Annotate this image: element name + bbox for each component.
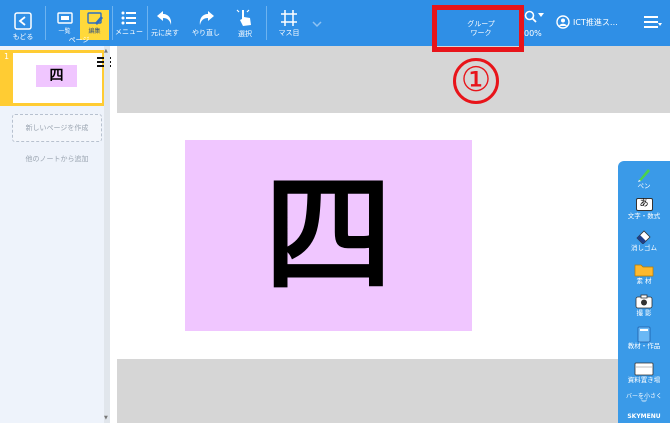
group-work-label-line2: ワーク (470, 29, 492, 37)
text-tool[interactable]: あ 文字・数式 (618, 197, 670, 220)
camera-tool[interactable]: 撮 影 (618, 294, 670, 317)
page-list-label: 一覧 (58, 28, 71, 35)
zoom-dropdown-icon (538, 13, 544, 17)
undo-button[interactable]: 元に戻す (149, 0, 181, 46)
folder-icon (634, 264, 654, 277)
grid-icon (281, 10, 297, 26)
eraser-label: 消しゴム (631, 244, 657, 252)
toolbar-divider (266, 6, 267, 40)
eraser-tool[interactable]: 消しゴム (618, 229, 670, 252)
page-number: 1 (4, 52, 10, 61)
back-icon (14, 12, 32, 30)
content-card[interactable]: 四 (185, 140, 472, 331)
toolbar-more-button[interactable] (310, 0, 324, 46)
toolbar-divider (45, 6, 46, 40)
pen-icon (638, 169, 650, 182)
page-list-icon (56, 12, 73, 24)
redo-label: やり直し (192, 29, 220, 37)
card-character: 四 (264, 160, 393, 310)
shrink-bar-label: バーを小さく (625, 393, 662, 400)
page-edit-icon (86, 12, 103, 25)
menu-label: メニュー (115, 28, 143, 36)
text-label: 文字・数式 (627, 212, 661, 220)
double-chevron-down-icon: ︾ (640, 400, 647, 407)
page-thumbnail-selected[interactable]: 1 四 (0, 50, 111, 106)
menu-list-icon (121, 11, 136, 25)
camera-label: 撮 影 (636, 309, 652, 317)
page-sidebar: 1 四 新しいページを作成 他のノートから追加 ▲ ▼ (0, 46, 111, 423)
group-work-label-line1: グループ (467, 20, 495, 28)
page-caption: ページ (68, 36, 90, 44)
new-page-button[interactable]: 新しいページを作成 (12, 114, 102, 142)
sidebar-scrollbar[interactable]: ▲ ▼ (104, 46, 110, 423)
top-toolbar: もどる 一覧 編集 ページ メニュー 元に戻す やり直し 選択 マス目 グループ… (0, 0, 670, 46)
shrink-bar-button[interactable]: バーを小さく ︾ (618, 393, 670, 407)
scroll-up-icon[interactable]: ▲ (104, 48, 108, 54)
storage-icon (634, 362, 654, 376)
user-name: ICT推進ス… (573, 17, 618, 27)
step-marker: ① (453, 58, 499, 104)
toolbar-divider (147, 6, 148, 40)
user-account-button[interactable]: ICT推進ス… (556, 14, 618, 30)
page-thumbnail: 四 (13, 53, 111, 103)
material-tool[interactable]: 素 材 (618, 262, 670, 285)
materials-works-tool[interactable]: 教材・作品 (618, 326, 670, 350)
hamburger-icon (644, 16, 662, 28)
skymenu-logo: SKYMENU (627, 413, 661, 420)
back-label: もどる (12, 33, 34, 41)
material-label: 素 材 (636, 277, 652, 285)
eraser-icon (636, 230, 651, 244)
pointer-hand-icon (236, 9, 251, 26)
book-icon (637, 326, 651, 343)
chevron-down-icon (312, 21, 322, 28)
undo-label: 元に戻す (151, 29, 179, 37)
zoom-control[interactable]: 00% (524, 10, 544, 38)
scroll-down-icon[interactable]: ▼ (104, 415, 108, 421)
pen-tool[interactable]: ペン (618, 167, 670, 190)
redo-icon (199, 11, 214, 25)
text-icon: あ (635, 198, 653, 211)
undo-icon (157, 11, 172, 25)
camera-icon (635, 294, 653, 309)
app-window: もどる 一覧 編集 ページ メニュー 元に戻す やり直し 選択 マス目 グループ… (0, 0, 670, 423)
menu-button[interactable]: メニュー (113, 0, 145, 46)
group-work-button[interactable]: グループ ワーク (443, 8, 519, 50)
redo-button[interactable]: やり直し (189, 0, 223, 46)
storage-label: 資料置き場 (627, 376, 661, 384)
select-label: 選択 (238, 30, 252, 38)
user-avatar-icon (556, 15, 570, 29)
main-menu-button[interactable] (643, 12, 663, 36)
grid-label: マス目 (278, 29, 300, 37)
tool-palette: ペン あ 文字・数式 消しゴム 素 材 撮 影 教材・作品 資料置き場 バーを小… (618, 161, 670, 423)
zoom-value: 00% (524, 29, 542, 38)
zoom-search-icon (524, 10, 537, 23)
storage-tool[interactable]: 資料置き場 (618, 361, 670, 384)
thumbnail-card: 四 (36, 65, 77, 87)
materials-works-label: 教材・作品 (627, 342, 661, 350)
back-button[interactable]: もどる (4, 0, 42, 46)
page-edit-label: 編集 (88, 28, 101, 35)
grid-button[interactable]: マス目 (272, 0, 306, 46)
add-from-other-note-link[interactable]: 他のノートから追加 (12, 154, 102, 164)
select-button[interactable]: 選択 (229, 0, 261, 46)
pen-label: ペン (637, 182, 651, 190)
